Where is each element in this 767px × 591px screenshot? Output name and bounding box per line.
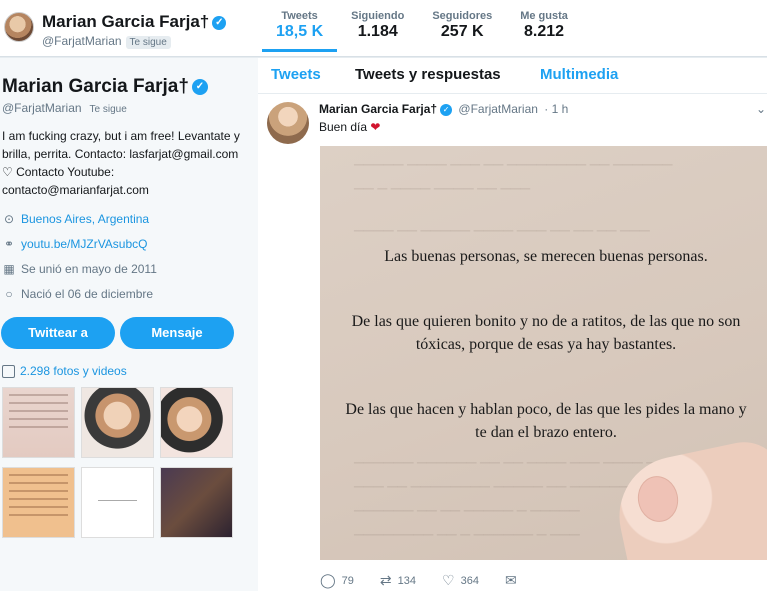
timeline: Tweets Tweets y respuestas Multimedia Ma… xyxy=(258,58,767,591)
finger-illustration xyxy=(608,434,767,560)
header-avatar[interactable] xyxy=(4,12,34,42)
stat-following[interactable]: Siguiendo 1.184 xyxy=(337,10,418,52)
profile-location: ⊙ Buenos Aires, Argentina xyxy=(3,212,150,226)
balloon-icon: ○ xyxy=(5,287,13,301)
heart-emoji-icon: ❤ xyxy=(370,120,381,134)
chevron-down-icon[interactable]: ⌄ xyxy=(756,102,766,116)
stat-likes[interactable]: Me gusta 8.212 xyxy=(506,10,582,52)
timeline-tabs: Tweets Tweets y respuestas Multimedia xyxy=(258,58,767,94)
reply-button[interactable]: ◯ 79 xyxy=(320,572,354,589)
profile-website[interactable]: ⚭ youtu.be/MJZrVAsubcQ xyxy=(2,237,148,251)
photos-videos-link[interactable]: 2.298 fotos y videos xyxy=(2,364,127,378)
image-icon xyxy=(2,364,15,378)
message-button[interactable]: Mensaje xyxy=(120,317,234,349)
profile-birthday: ○ Nació el 06 de diciembre xyxy=(2,287,153,301)
header-name[interactable]: Marian Garcia Farja† ✓ xyxy=(42,12,227,32)
tweet-text: Buen día ❤ xyxy=(319,120,381,134)
stat-followers[interactable]: Seguidores 257 K xyxy=(418,10,506,52)
media-thumbnail[interactable] xyxy=(160,387,233,458)
image-quote-line: Las buenas personas, se merecen buenas p… xyxy=(384,248,708,265)
location-pin-icon: ⊙ xyxy=(3,212,15,226)
tweet-author-avatar[interactable] xyxy=(267,102,309,144)
stat-tweets[interactable]: Tweets 18,5 K xyxy=(262,10,338,52)
media-thumbnail[interactable] xyxy=(81,467,154,538)
verified-badge-icon: ✓ xyxy=(212,15,227,30)
link-icon: ⚭ xyxy=(3,237,15,251)
tweet-to-button[interactable]: Twittear a xyxy=(1,317,115,349)
profile-top-bar: Marian Garcia Farja† ✓ @FarjatMarian Te si… xyxy=(0,0,767,57)
retweet-button[interactable]: ⇄ 134 xyxy=(380,572,416,589)
direct-message-button[interactable]: ✉ xyxy=(505,572,523,589)
envelope-icon: ✉ xyxy=(504,572,517,588)
tweet-author-handle[interactable]: @FarjatMarian xyxy=(458,102,538,116)
profile-sidebar: Marian Garcia Farja† ✓ @FarjatMarian Te si… xyxy=(0,58,258,591)
image-quote-line: De las que hacen y hablan poco, de las q… xyxy=(345,401,747,441)
profile-name: Marian Garcia Farja† ✓ xyxy=(2,76,208,98)
calendar-icon: ▦ xyxy=(3,262,15,276)
tweet-header: Marian Garcia Farja† ✓ @FarjatMarian · 1 … xyxy=(319,102,568,116)
heart-icon: ♡ xyxy=(442,572,455,588)
retweet-icon: ⇄ xyxy=(379,572,392,588)
tab-tweets-replies[interactable]: Tweets y respuestas xyxy=(355,66,501,83)
profile-bio: I am fucking crazy, but i am free! Levan… xyxy=(2,129,240,197)
header-handle: @FarjatMarian Te sigue xyxy=(42,34,171,49)
tab-tweets[interactable]: Tweets xyxy=(271,66,321,83)
media-thumbnail[interactable] xyxy=(160,467,233,538)
tab-media[interactable]: Multimedia xyxy=(540,66,618,83)
tweet-image[interactable]: ───── ──── ─── ── ──────── ── ────── ── … xyxy=(320,146,767,560)
like-button[interactable]: ♡ 364 xyxy=(442,572,479,589)
profile-stats: Tweets 18,5 K Siguiendo 1.184 Seguidores… xyxy=(262,10,582,52)
profile-handle: @FarjatMarian Te sigue xyxy=(2,101,131,116)
image-quote-line: De las que quieren bonito y no de a rati… xyxy=(351,313,741,353)
twitter-profile-page: Marian Garcia Farja† ✓ @FarjatMarian Te si… xyxy=(0,0,767,591)
media-thumbnail[interactable] xyxy=(2,467,75,538)
follows-you-badge: Te sigue xyxy=(89,104,127,115)
media-thumbnail[interactable] xyxy=(2,387,75,458)
follows-you-badge: Te sigue xyxy=(125,36,171,49)
verified-badge-icon: ✓ xyxy=(440,103,453,116)
profile-joined: ▦ Se unió en mayo de 2011 xyxy=(3,262,157,276)
tweet-actions: ◯ 79 ⇄ 134 ♡ 364 ✉ xyxy=(320,572,549,589)
tweet-timestamp[interactable]: · 1 h xyxy=(544,102,568,116)
reply-icon: ◯ xyxy=(320,572,336,588)
tweet-author-name[interactable]: Marian Garcia Farja† xyxy=(319,102,437,116)
verified-badge-icon: ✓ xyxy=(191,78,208,95)
media-thumbnail[interactable] xyxy=(81,387,154,458)
